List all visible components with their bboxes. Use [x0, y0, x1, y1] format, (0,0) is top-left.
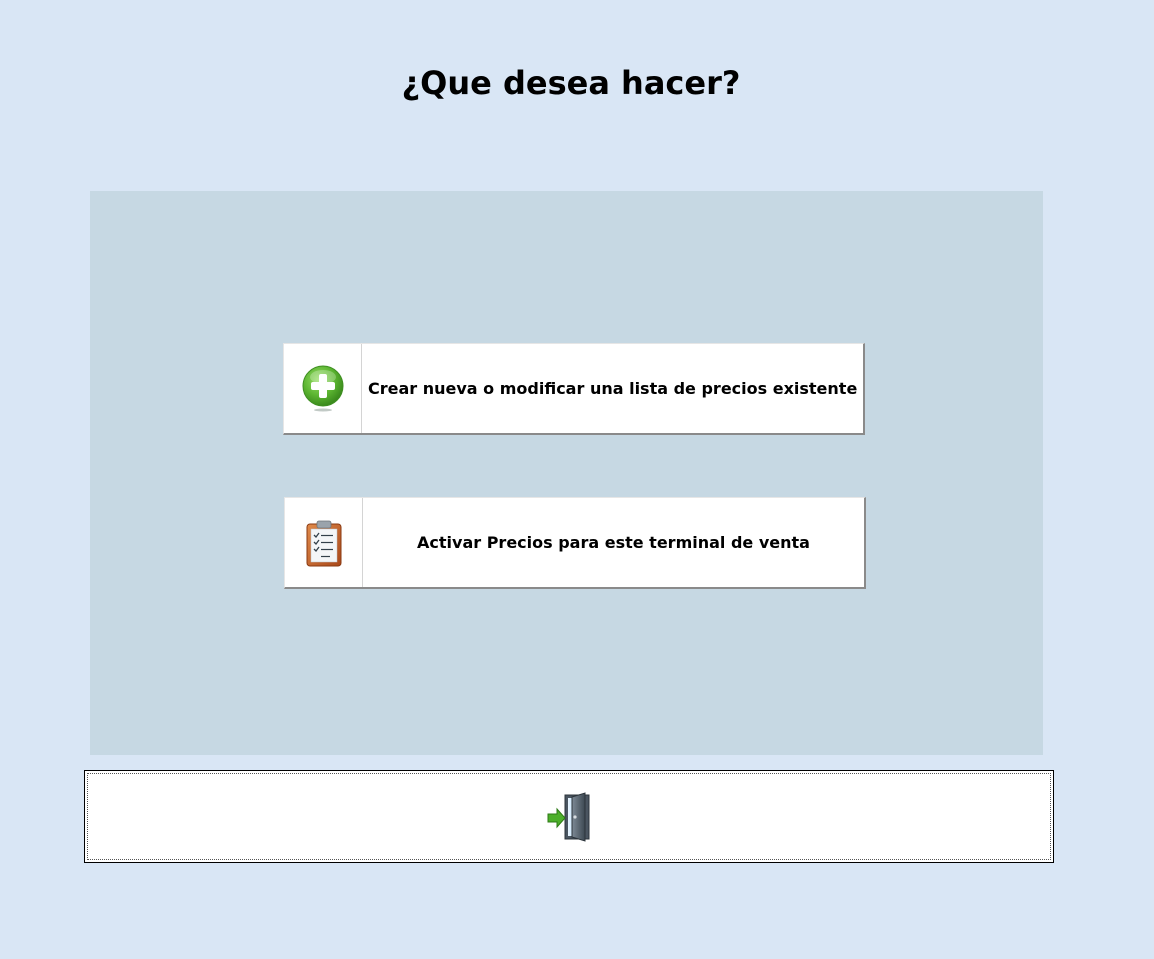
- create-price-list-label: Crear nueva o modificar una lista de pre…: [368, 379, 858, 398]
- create-icon-cell: [284, 344, 362, 433]
- activate-prices-label: Activar Precios para este terminal de ve…: [417, 533, 810, 552]
- clipboard-checklist-icon: [306, 520, 341, 566]
- create-price-list-button[interactable]: Crear nueva o modificar una lista de pre…: [283, 343, 865, 435]
- exit-button[interactable]: [84, 770, 1054, 863]
- activate-icon-cell: [285, 498, 363, 587]
- activate-prices-button[interactable]: Activar Precios para este terminal de ve…: [284, 497, 866, 589]
- page-title: ¿Que desea hacer?: [401, 64, 741, 102]
- options-panel: [90, 191, 1043, 755]
- exit-door-icon: [547, 791, 590, 842]
- plus-circle-icon: [302, 365, 343, 411]
